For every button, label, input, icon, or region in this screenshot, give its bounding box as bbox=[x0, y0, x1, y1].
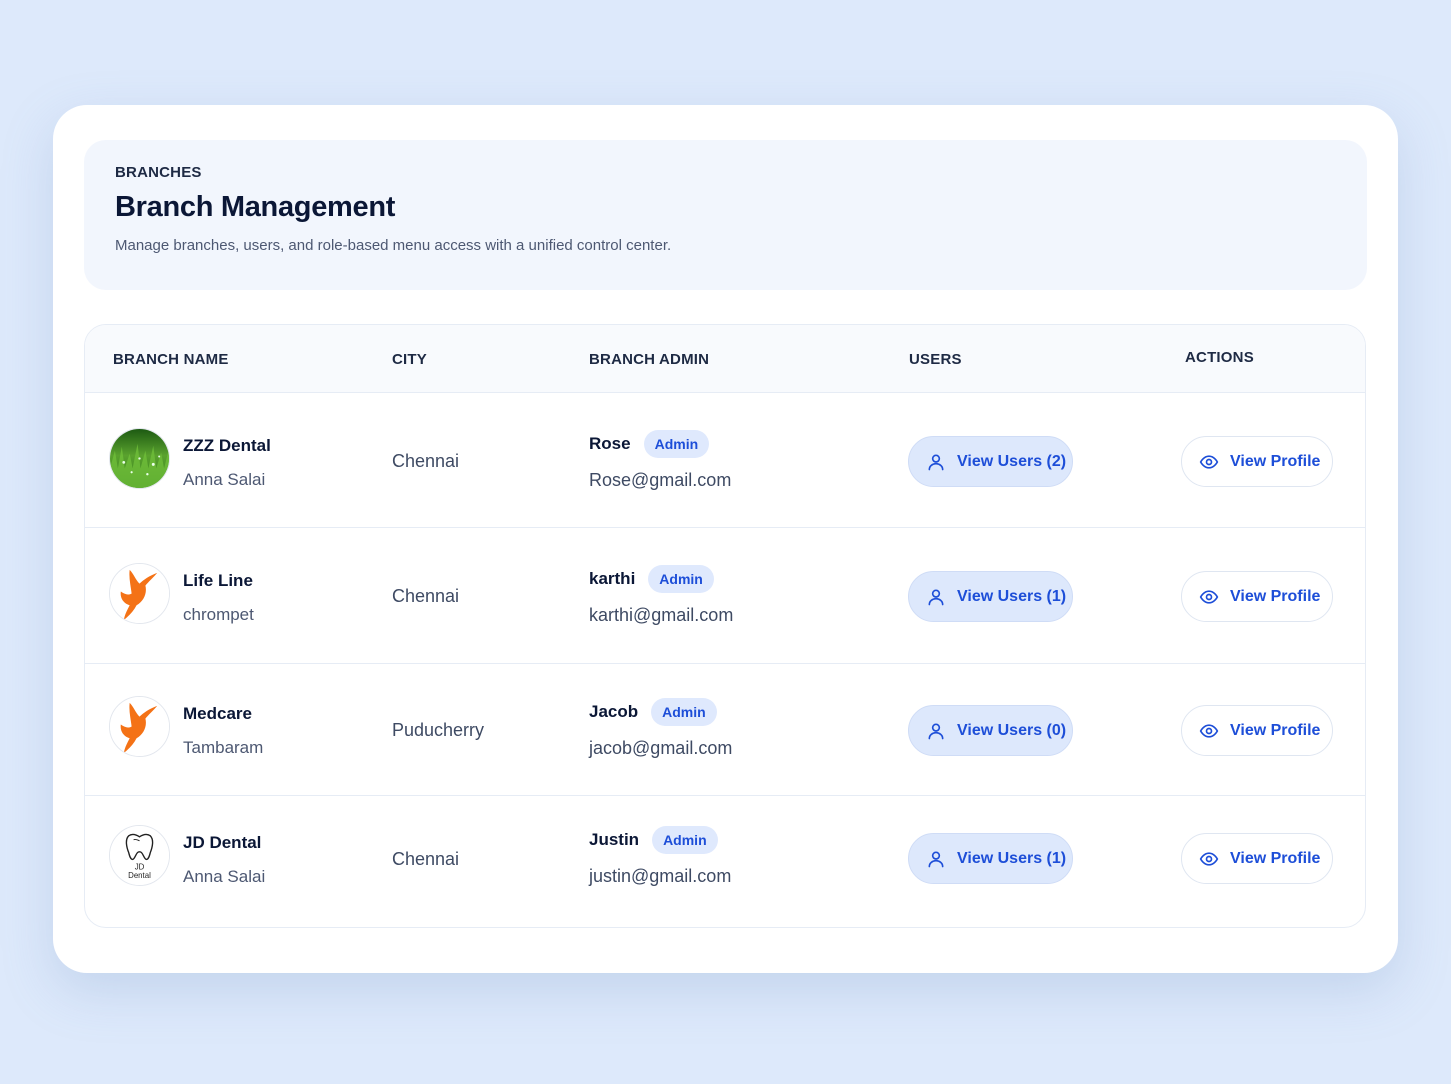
branch-area: Anna Salai bbox=[183, 470, 266, 489]
branch-area: Tambaram bbox=[183, 738, 264, 757]
admin-name-text: Rose bbox=[589, 434, 631, 453]
branch-name: ZZZ Dental bbox=[183, 436, 271, 455]
svg-text:Dental: Dental bbox=[128, 871, 151, 880]
column-branch-name: BRANCH NAME bbox=[113, 351, 229, 368]
page-subtitle: Manage branches, users, and role-based m… bbox=[115, 237, 672, 254]
admin-name: Justin Admin bbox=[589, 826, 718, 854]
admin-name: Rose Admin bbox=[589, 430, 710, 458]
eye-icon bbox=[1199, 587, 1219, 607]
view-profile-label: View Profile bbox=[1230, 721, 1321, 739]
eye-icon bbox=[1199, 721, 1219, 741]
view-users-button[interactable]: View Users (1) bbox=[908, 833, 1073, 884]
view-profile-button[interactable]: View Profile bbox=[1181, 705, 1333, 756]
svg-text:JD: JD bbox=[135, 862, 145, 871]
table-row: ZZZ Dental Anna Salai Chennai Rose Admin… bbox=[85, 393, 1365, 528]
table-header: BRANCH NAME CITY BRANCH ADMIN USERS ACTI… bbox=[85, 325, 1365, 393]
admin-email: jacob@gmail.com bbox=[589, 738, 733, 758]
view-users-button[interactable]: View Users (1) bbox=[908, 571, 1073, 622]
admin-name-text: karthi bbox=[589, 569, 636, 588]
branch-name: JD Dental bbox=[183, 833, 262, 852]
table-row: Medcare Tambaram Puducherry Jacob Admin … bbox=[85, 664, 1365, 796]
admin-email: justin@gmail.com bbox=[589, 866, 732, 886]
branches-table: BRANCH NAME CITY BRANCH ADMIN USERS ACTI… bbox=[84, 324, 1366, 928]
view-users-button[interactable]: View Users (0) bbox=[908, 705, 1073, 756]
view-users-label: View Users (1) bbox=[957, 587, 1067, 605]
view-users-button[interactable]: View Users (2) bbox=[908, 436, 1073, 487]
column-branch-admin: BRANCH ADMIN bbox=[589, 351, 710, 368]
column-actions: ACTIONS bbox=[1185, 349, 1254, 366]
role-badge: Admin bbox=[648, 565, 714, 593]
admin-email: Rose@gmail.com bbox=[589, 470, 732, 490]
admin-name: karthi Admin bbox=[589, 565, 714, 593]
user-icon bbox=[926, 721, 946, 741]
view-profile-button[interactable]: View Profile bbox=[1181, 436, 1333, 487]
table-row: Life Line chrompet Chennai karthi Admin … bbox=[85, 528, 1365, 664]
branch-name: Life Line bbox=[183, 571, 253, 590]
view-users-label: View Users (0) bbox=[957, 721, 1067, 739]
view-users-label: View Users (2) bbox=[957, 452, 1067, 470]
branch-area: chrompet bbox=[183, 605, 254, 624]
role-badge: Admin bbox=[652, 826, 718, 854]
page-title: Branch Management bbox=[115, 191, 396, 223]
branch-city: Puducherry bbox=[392, 720, 485, 740]
column-users: USERS bbox=[909, 351, 962, 368]
page-header: BRANCHES Branch Management Manage branch… bbox=[84, 140, 1367, 290]
branch-city: Chennai bbox=[392, 451, 460, 471]
eye-icon bbox=[1199, 849, 1219, 869]
view-profile-label: View Profile bbox=[1230, 587, 1321, 605]
eye-icon bbox=[1199, 452, 1219, 472]
table-row: JD Dental JD Dental Anna Salai Chennai J… bbox=[85, 796, 1365, 927]
role-badge: Admin bbox=[643, 430, 710, 458]
orange-dancer-logo-icon bbox=[109, 563, 170, 624]
user-icon bbox=[926, 849, 946, 869]
branch-city: Chennai bbox=[392, 586, 460, 606]
branch-management-card: BRANCHES Branch Management Manage branch… bbox=[53, 105, 1398, 973]
grass-photo-icon bbox=[109, 428, 170, 489]
branch-name: Medcare bbox=[183, 704, 252, 723]
section-eyebrow: BRANCHES bbox=[115, 164, 202, 181]
column-city: CITY bbox=[392, 351, 427, 368]
tooth-logo-icon: JD Dental bbox=[109, 825, 170, 886]
orange-dancer-logo-icon bbox=[109, 696, 170, 757]
view-profile-label: View Profile bbox=[1230, 849, 1321, 867]
branch-city: Chennai bbox=[392, 849, 460, 869]
view-profile-button[interactable]: View Profile bbox=[1181, 571, 1333, 622]
admin-name: Jacob Admin bbox=[589, 698, 717, 726]
role-badge: Admin bbox=[651, 698, 717, 726]
admin-name-text: Justin bbox=[589, 830, 640, 849]
view-profile-label: View Profile bbox=[1230, 452, 1321, 470]
branch-area: Anna Salai bbox=[183, 867, 266, 886]
user-icon bbox=[926, 452, 946, 472]
admin-name-text: Jacob bbox=[589, 702, 639, 721]
view-profile-button[interactable]: View Profile bbox=[1181, 833, 1333, 884]
user-icon bbox=[926, 587, 946, 607]
admin-email: karthi@gmail.com bbox=[589, 605, 734, 625]
view-users-label: View Users (1) bbox=[957, 849, 1067, 867]
